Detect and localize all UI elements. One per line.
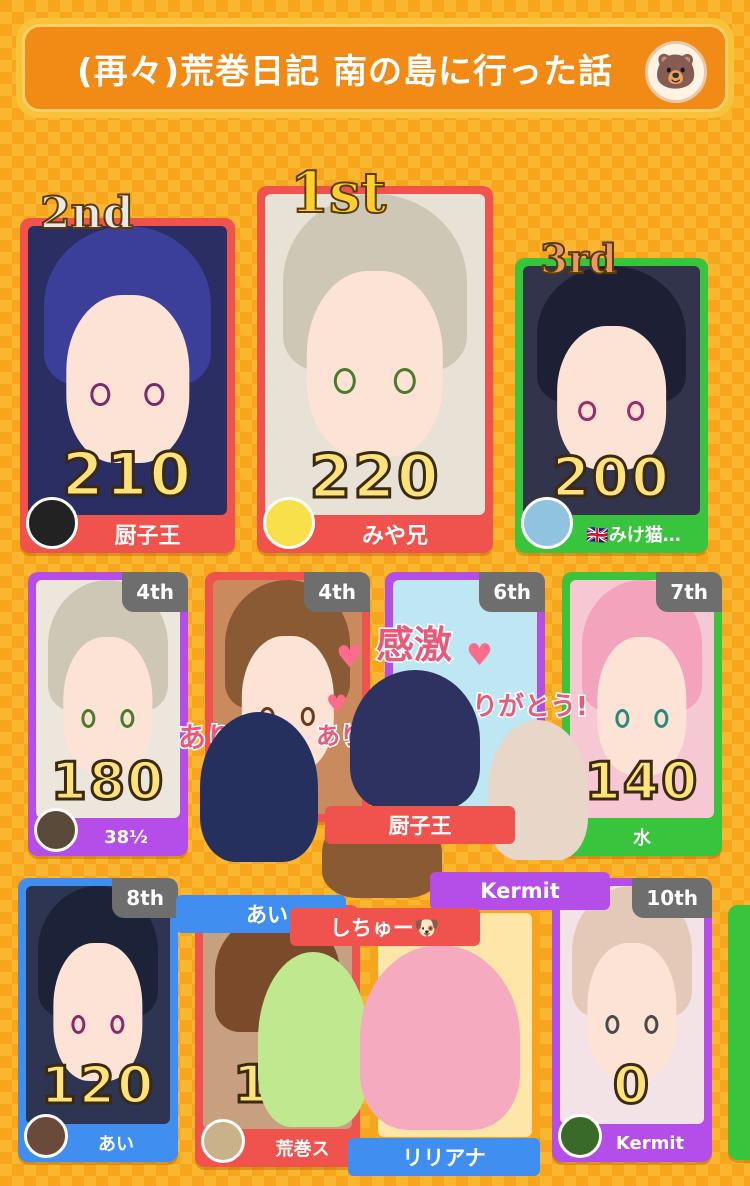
score-4th-a: 180 [49, 751, 166, 814]
heart-icon: ♥ [336, 640, 363, 675]
podium-card-1st[interactable]: 220 みや兄 [257, 186, 493, 553]
chibi-blue-hair [200, 712, 318, 862]
stamp-kangeki-text: 感激 [374, 622, 453, 669]
heart-icon: ♥ [326, 690, 348, 718]
rank-card-edge[interactable] [728, 905, 750, 1160]
stamp-name-kermit: Kermit [430, 872, 610, 910]
podium-card-3rd[interactable]: 200 🇬🇧みけ猫… [515, 258, 708, 553]
score-8th: 120 [39, 1055, 156, 1118]
rank-tab-10th: 10th [632, 878, 712, 918]
rank-card-4th-a[interactable]: 4th 180 38½ [28, 572, 188, 856]
rank-tab-6th: 6th [479, 572, 545, 612]
chibi-green [258, 952, 368, 1127]
player-name-2nd: 厨子王 [114, 524, 181, 549]
title-bar: (再々)荒巻日記 南の島に行った話 🐻 [16, 18, 734, 118]
podium-card-2nd[interactable]: 210 厨子王 [20, 218, 235, 553]
stamp-arigatou-text: りがとう! [471, 691, 590, 724]
rank-2nd: 2nd [39, 187, 134, 240]
stamp-name-shichu: しちゅー🐶 [290, 908, 480, 946]
chibi-maid [350, 670, 480, 810]
rank-tab-4th-b: 4th [304, 572, 370, 612]
player-name-9th: 荒巻ス [275, 1139, 330, 1160]
laurel-3rd-icon: 3rd [539, 235, 618, 284]
chibi-pink [360, 945, 520, 1130]
page-title: (再々)荒巻日記 南の島に行った話 [77, 51, 613, 92]
rank-tab-4th-a: 4th [122, 572, 188, 612]
player-name-3rd: 🇬🇧みけ猫… [586, 525, 681, 546]
rank-card-10th[interactable]: 10th 0 Kermit [552, 878, 712, 1162]
rank-tab-7th: 7th [656, 572, 722, 612]
rank-card-8th[interactable]: 8th 120 あい [18, 878, 178, 1162]
laurel-1st-icon: 1st [289, 159, 387, 227]
heart-icon: ♥ [466, 638, 493, 673]
bear-face-icon[interactable]: 🐻 [645, 41, 707, 103]
score-10th: 0 [611, 1055, 652, 1118]
player-name-1st: みや兄 [361, 524, 428, 549]
stamp-name-zushiou: 厨子王 [325, 806, 515, 844]
rank-1st: 1st [289, 159, 387, 227]
player-name-10th: Kermit [615, 1132, 685, 1154]
title-inner: (再々)荒巻日記 南の島に行った話 🐻 [22, 24, 728, 112]
player-name-4th-a: 38½ [104, 826, 148, 848]
rank-tab-8th: 8th [112, 878, 178, 918]
stamp-name-liliana: リリアナ [348, 1138, 540, 1176]
player-name-8th: あい [98, 1134, 134, 1155]
rank-3rd: 3rd [539, 235, 618, 284]
laurel-2nd-icon: 2nd [39, 187, 134, 240]
